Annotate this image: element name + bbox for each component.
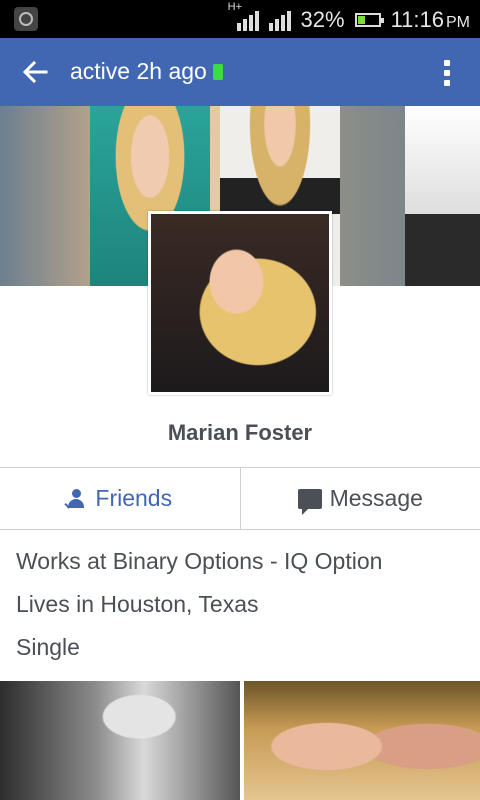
battery-fill	[357, 16, 365, 24]
active-status-text: active 2h ago	[70, 58, 207, 84]
online-indicator-icon	[212, 64, 223, 80]
signal-icon-2	[268, 9, 291, 31]
photo-thumbnail[interactable]	[244, 681, 480, 800]
message-button[interactable]: Message	[239, 468, 480, 529]
profile-actions: Friends Message	[0, 467, 480, 530]
profile-picture-frame[interactable]	[148, 211, 332, 395]
profile-picture[interactable]	[151, 214, 329, 392]
message-button-label: Message	[329, 485, 423, 511]
app-bar: active 2h ago	[0, 38, 480, 106]
detail-work: Works at Binary Options - IQ Option	[16, 548, 383, 574]
message-bubble-icon	[297, 488, 322, 515]
profile-details: Works at Binary Options - IQ Option Live…	[16, 540, 476, 669]
battery-percent: 32%	[300, 7, 345, 32]
arrow-left-icon[interactable]	[20, 57, 50, 87]
photo-grid	[0, 681, 480, 800]
signal-icon	[236, 9, 259, 31]
detail-location: Lives in Houston, Texas	[16, 591, 259, 617]
friends-button[interactable]: Friends	[0, 468, 240, 529]
battery-icon	[354, 13, 384, 27]
status-bar: H+ 32% 11:16 PM	[0, 0, 480, 38]
clock: 11:16 PM	[390, 7, 470, 32]
detail-relationship: Single	[16, 634, 80, 660]
friend-check-icon	[64, 488, 87, 509]
active-status: active 2h ago	[70, 58, 223, 85]
friends-button-label: Friends	[95, 485, 173, 511]
settings-notification-icon	[14, 7, 38, 31]
photo-thumbnail[interactable]	[0, 681, 240, 800]
profile-name: Marian Foster	[167, 420, 313, 445]
more-vertical-icon[interactable]	[442, 60, 452, 86]
